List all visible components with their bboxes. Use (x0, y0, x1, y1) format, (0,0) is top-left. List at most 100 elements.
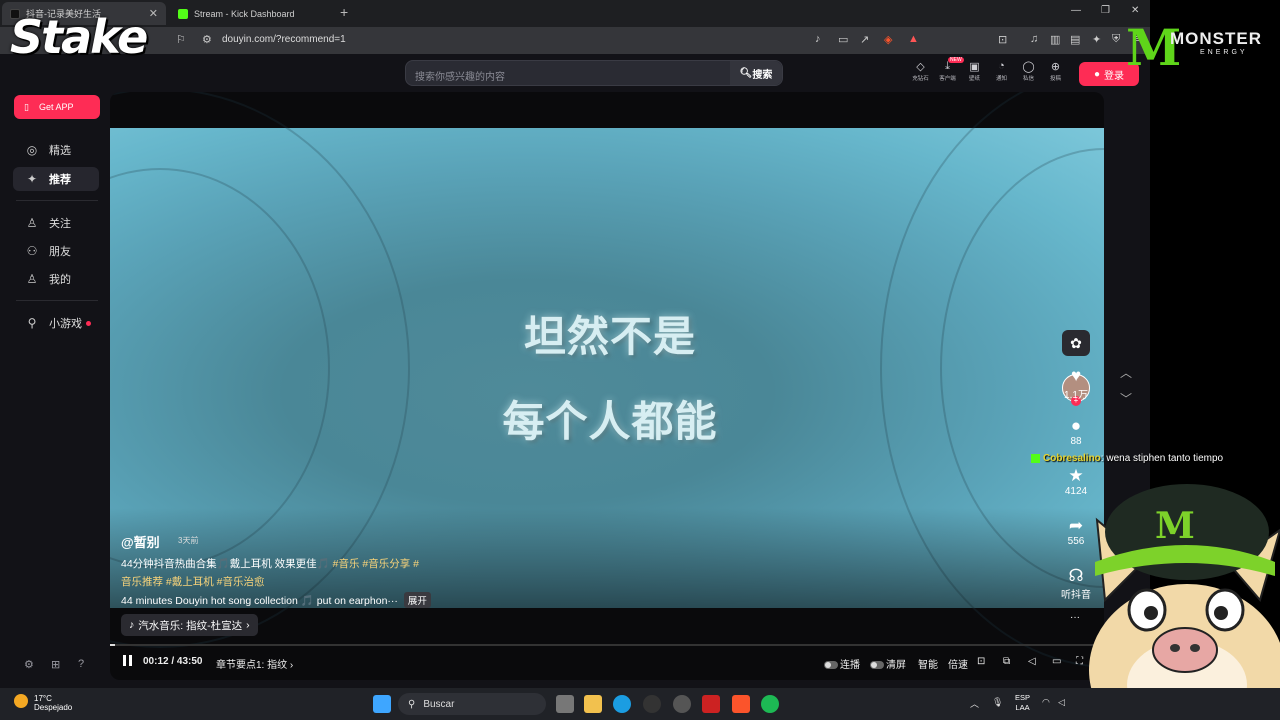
rewards-icon[interactable]: ▲ (908, 33, 919, 45)
windows-start-icon[interactable] (373, 695, 391, 713)
minimize-icon[interactable]: — (1071, 5, 1081, 16)
address-bar: ⚐ ⚙ douyin.com/?recommend=1 ♪ ▭ ↗ ◈ ▲ ⊡ … (0, 27, 1150, 54)
wallpaper-button[interactable]: ▣ 壁纸 (964, 60, 985, 82)
follow-icon: ♙ (26, 216, 38, 230)
edge-icon[interactable] (613, 695, 631, 713)
miniplayer-icon[interactable]: ⊡ (977, 656, 985, 667)
quality-button[interactable]: 智能 (918, 656, 938, 671)
wallet-icon[interactable]: ▤ (1070, 33, 1080, 46)
file-explorer-icon[interactable] (584, 695, 602, 713)
nav-recommend[interactable]: ✦ 推荐 (13, 167, 99, 191)
media-icon[interactable]: ♫ (1030, 33, 1038, 45)
clear-screen-toggle[interactable]: 清屏 (870, 656, 906, 671)
maximize-icon[interactable]: ❐ (1101, 5, 1110, 16)
upload-button[interactable]: ⊕ 投稿 (1045, 60, 1066, 82)
screenshot-icon[interactable]: ⊡ (998, 33, 1007, 46)
microphone-icon[interactable]: 🎙︎ (992, 697, 1003, 708)
settings-icon[interactable]: ⚙ (24, 658, 34, 671)
bookmark-icon[interactable]: ⚐ (176, 33, 186, 46)
vpn-icon[interactable]: ⛨ (1112, 33, 1120, 46)
video-player[interactable]: 坦然不是 每个人都能 @暂别 3天前 44分钟抖音热曲合集🎵戴上耳机 效果更佳🎵… (110, 92, 1104, 680)
description-tags[interactable]: 音乐推荐 #戴上耳机 #音乐治愈 (121, 574, 265, 589)
search-input[interactable]: 搜索你感兴趣的内容 (415, 68, 505, 83)
help-icon[interactable]: ? (78, 658, 84, 670)
close-tab-icon[interactable]: ✕ (149, 7, 158, 20)
pip-icon[interactable]: ⧉ (1003, 656, 1010, 667)
apps-grid-icon[interactable]: ⊞ (51, 658, 60, 671)
task-view-icon[interactable] (556, 695, 574, 713)
spotify-icon[interactable] (761, 695, 779, 713)
hashtags[interactable]: #音乐 #音乐分享 # (333, 558, 419, 570)
speaker-icon[interactable]: ◁ (1058, 697, 1065, 708)
share-icon[interactable]: ↗ (860, 33, 869, 46)
webfullscreen-icon[interactable]: ▭ (1052, 656, 1061, 667)
speed-button[interactable]: 倍速 (948, 656, 968, 671)
like-button[interactable]: ♥ 1.1万 (1061, 366, 1091, 401)
recharge-button[interactable]: ◇ 充钻石 (910, 60, 931, 82)
url-field[interactable]: douyin.com/?recommend=1 (222, 34, 346, 45)
notification-dot (86, 320, 91, 326)
monster-title: MONSTER (1170, 29, 1262, 48)
cat-avatar-overlay: M (1089, 484, 1280, 720)
chapter-button[interactable]: 章节要点1: 指纹 › (216, 656, 293, 671)
lang-code: ESP (1015, 693, 1031, 702)
notifications-button[interactable]: ◔ 通知 (991, 60, 1012, 82)
video-frame[interactable]: 坦然不是 每个人都能 (110, 92, 1104, 668)
nav-label: 推荐 (49, 174, 71, 186)
mute-icon[interactable]: ♪ (815, 33, 821, 45)
close-window-icon[interactable]: ✕ (1131, 5, 1139, 16)
brave-icon[interactable] (732, 695, 750, 713)
description-english: 44 minutes Douyin hot song collection 🎵 … (121, 595, 398, 607)
nav-mine[interactable]: ♙ 我的 (13, 267, 99, 291)
cast-icon[interactable]: ▭ (838, 33, 848, 46)
next-video-button[interactable]: ﹀ (1114, 390, 1138, 414)
client-download-button[interactable]: NEW ⤓ 客户端 (937, 57, 964, 82)
wallpaper-label: 壁纸 (968, 76, 980, 82)
app-icon[interactable] (702, 695, 720, 713)
recommend-similar-button[interactable]: ✿ (1062, 330, 1090, 356)
ai-icon[interactable]: ✦ (1092, 33, 1101, 46)
top-icons: ◇ 充钻石 NEW ⤓ 客户端 ▣ 壁纸 ◔ 通知 ◯ 私信 ⊕ 投稿 (910, 57, 1066, 82)
app-icon[interactable] (643, 695, 661, 713)
obs-icon[interactable] (673, 695, 691, 713)
friends-icon: ⚇ (26, 244, 38, 258)
expand-button[interactable]: 展开 (403, 592, 431, 608)
site-info-icon[interactable]: ⚙ (202, 33, 212, 46)
sidebar-toggle-icon[interactable]: ▥ (1050, 33, 1060, 46)
sun-icon (14, 694, 28, 708)
nav-featured[interactable]: ◎ 精选 (13, 138, 99, 162)
search-button[interactable]: 🔍︎ 搜索 (730, 61, 782, 85)
new-tab-button[interactable]: + (340, 4, 348, 20)
author-name[interactable]: @暂别 (121, 532, 160, 551)
recharge-label: 充钻石 (912, 76, 929, 82)
tray-chevron-icon[interactable]: ︿ (970, 697, 979, 710)
language-indicator[interactable]: ESP LAA (1015, 693, 1030, 713)
search-box[interactable]: 搜索你感兴趣的内容 🔍︎ 搜索 (405, 60, 783, 86)
heart-icon: ♥ (1070, 366, 1082, 385)
toggle-switch (870, 661, 884, 670)
volume-icon[interactable]: ◁ (1028, 656, 1036, 667)
tab-kick[interactable]: Stream - Kick Dashboard (170, 2, 336, 25)
weather-widget[interactable]: 17°C Despejado (14, 694, 72, 712)
taskbar-search-label: Buscar (423, 698, 455, 710)
svg-text:M: M (1155, 505, 1195, 547)
brave-shield-icon[interactable]: ◈ (884, 33, 892, 46)
taskbar-search[interactable]: ⚲ Buscar (398, 693, 546, 715)
autoplay-toggle[interactable]: 连播 (824, 656, 860, 671)
get-app-button[interactable]: ▯ Get APP (14, 95, 100, 119)
nav-minigames[interactable]: ⚲ 小游戏 (13, 311, 99, 335)
pause-button[interactable] (122, 655, 134, 667)
nav-follow[interactable]: ♙ 关注 (13, 211, 99, 235)
prev-video-button[interactable]: ︿ (1114, 364, 1138, 388)
nav-friends[interactable]: ⚇ 朋友 (13, 239, 99, 263)
messages-button[interactable]: ◯ 私信 (1018, 60, 1039, 82)
comment-button[interactable]: ● 88 (1061, 416, 1091, 447)
progress-bar[interactable] (110, 644, 1104, 646)
sidebar-divider (16, 200, 98, 201)
music-button[interactable]: ♪ 汽水音乐: 指纹-杜宣达 › (121, 614, 258, 636)
monster-energy-logo: M MONSTER ENERGY (1120, 18, 1280, 78)
comment-icon: ● (1070, 416, 1082, 435)
wifi-icon[interactable]: ◠ (1042, 697, 1050, 708)
search-icon: 🔍︎ (739, 67, 753, 79)
search-icon: ⚲ (408, 698, 416, 710)
